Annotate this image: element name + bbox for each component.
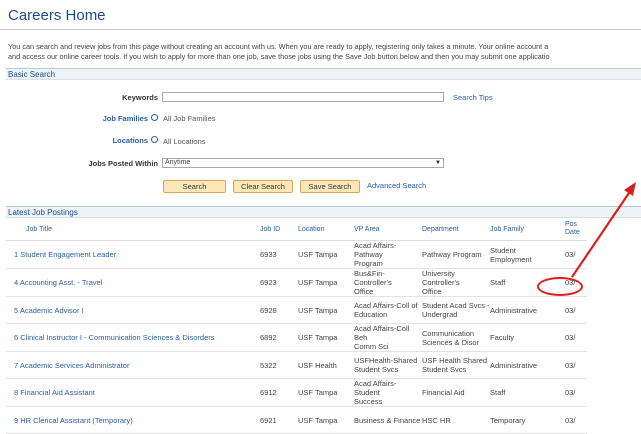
annotation-arrow [571, 182, 636, 278]
